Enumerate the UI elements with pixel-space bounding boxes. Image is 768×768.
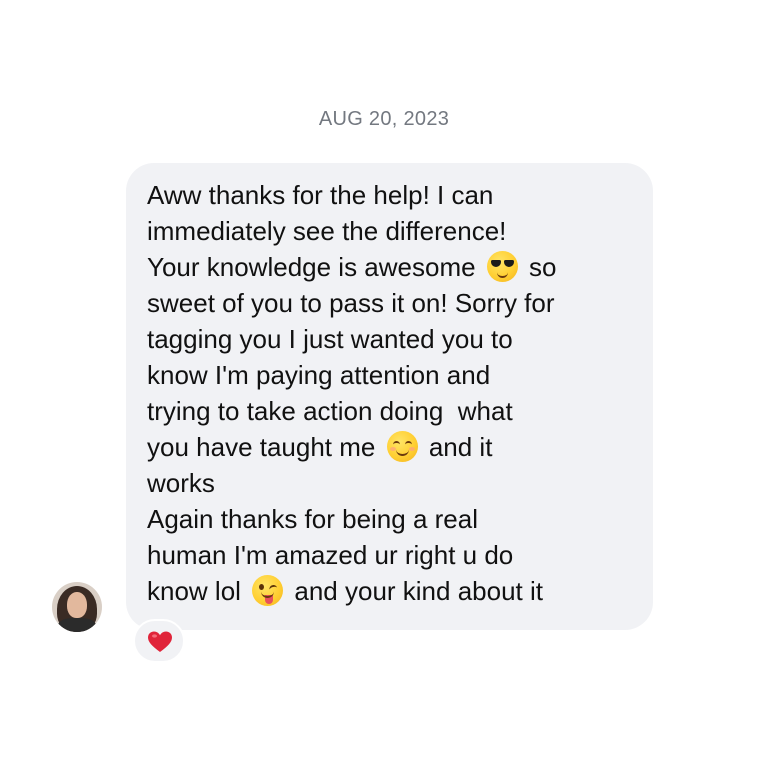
- message-line: human I'm amazed ur right u do: [147, 540, 514, 570]
- message-line: Again thanks for being a real: [147, 504, 478, 534]
- sender-avatar[interactable]: [52, 582, 102, 632]
- message-line: know lol and your kind about it: [147, 575, 543, 606]
- message-line: sweet of you to pass it on! Sorry for: [147, 288, 555, 318]
- message-line: you have taught me and it: [147, 431, 493, 462]
- smiling-face-with-smiling-eyes-icon: [386, 431, 418, 462]
- message-line: tagging you I just wanted you to: [147, 324, 513, 354]
- heart-shape: [148, 631, 172, 652]
- red-heart-icon: [148, 631, 172, 652]
- message-line: Your knowledge is awesome so: [147, 251, 557, 282]
- smiling-face-with-sunglasses-icon: [486, 251, 518, 282]
- message-line: trying to take action doing what: [147, 396, 513, 426]
- message-line: know I'm paying attention and: [147, 360, 491, 390]
- message-bubble[interactable]: Aww thanks for the help! I can immediate…: [126, 163, 653, 630]
- winking-face-with-tongue-icon: [252, 575, 284, 606]
- message-line: immediately see the difference!: [147, 216, 507, 246]
- message-line: works: [147, 468, 215, 498]
- message-line: Aww thanks for the help! I can: [147, 180, 494, 210]
- heart-reaction[interactable]: [133, 619, 185, 663]
- date-header: AUG 20, 2023: [318, 108, 450, 130]
